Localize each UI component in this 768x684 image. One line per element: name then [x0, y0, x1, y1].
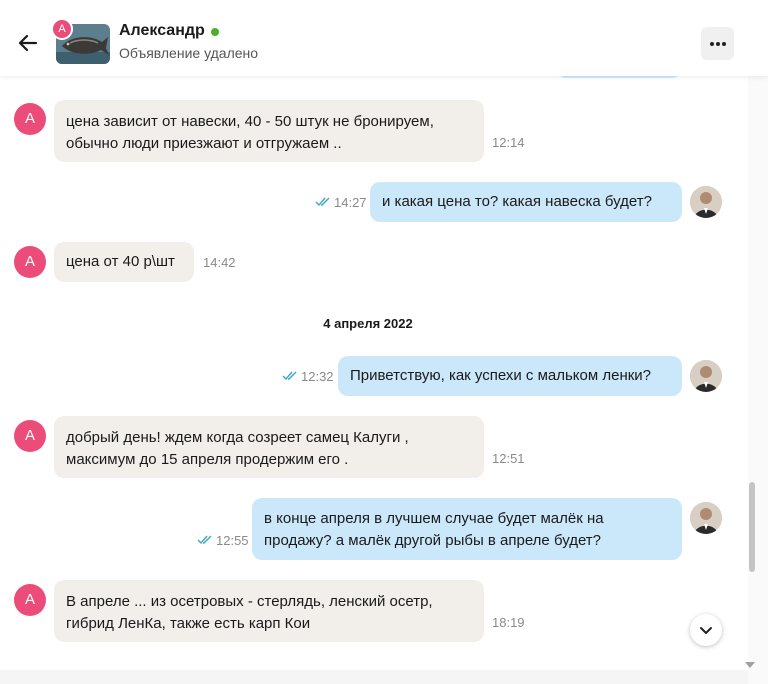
- my-avatar[interactable]: [690, 360, 722, 392]
- message-time: 12:55: [216, 533, 249, 548]
- message-text-line: обычно люди приезжают и отгружаем ..: [66, 135, 342, 152]
- sender-avatar[interactable]: А: [14, 246, 46, 278]
- double-check-icon: [315, 197, 330, 207]
- message-text-line: гибрид ЛенКа, также есть карп Кои: [66, 615, 311, 632]
- message-text-line: продажу? а малёк другой рыбы в апреле бу…: [264, 532, 602, 549]
- message-bubble-incoming: цена от 40 р\шт: [54, 242, 194, 282]
- my-avatar[interactable]: [690, 186, 722, 218]
- person-photo-icon: [690, 502, 722, 534]
- more-dots-icon: [710, 42, 714, 46]
- my-avatar[interactable]: [690, 502, 722, 534]
- date-separator: 4 апреля 2022: [323, 316, 413, 331]
- message-time: 18:19: [492, 615, 525, 630]
- message-text-line: Приветствую, как успехи с мальком ленки?: [350, 367, 652, 384]
- message-bubble-incoming: добрый день! ждем когда созреет самец Ка…: [54, 416, 484, 478]
- message-text-line: в конце апреля в лучшем случае будет мал…: [264, 510, 604, 527]
- message-time: 12:14: [492, 135, 525, 150]
- message-time: 12:32: [301, 369, 334, 384]
- chevron-down-icon: [700, 627, 712, 634]
- message-time: 14:27: [334, 195, 367, 210]
- message-feed[interactable]: А цена зависит от навески, 40 - 50 штук …: [0, 0, 748, 684]
- message-text-line: и какая цена то? какая навеска будет?: [382, 193, 652, 210]
- composer-edge: [0, 670, 748, 684]
- scroll-down-arrow-icon[interactable]: [745, 662, 755, 668]
- user-avatar-badge: А: [51, 18, 73, 40]
- sender-avatar[interactable]: А: [14, 584, 46, 616]
- more-dots-icon: [716, 42, 720, 46]
- person-photo-icon: [690, 360, 722, 392]
- person-photo-icon: [690, 186, 722, 218]
- double-check-icon: [197, 535, 212, 545]
- chat-header: А Александр Объявление удалено: [0, 0, 768, 76]
- message-text-line: цена от 40 р\шт: [66, 253, 175, 270]
- message-bubble-outgoing: в конце апреля в лучшем случае будет мал…: [252, 498, 682, 560]
- online-status-icon: [211, 28, 219, 36]
- message-bubble-outgoing: Приветствую, как успехи с мальком ленки?: [338, 356, 682, 396]
- back-arrow-icon: [18, 34, 38, 52]
- scrollbar-thumb[interactable]: [749, 482, 755, 572]
- sender-avatar[interactable]: А: [14, 420, 46, 452]
- ad-status-text: Объявление удалено: [119, 45, 259, 61]
- message-bubble-incoming: цена зависит от навески, 40 - 50 штук не…: [54, 100, 484, 162]
- message-text-line: добрый день! ждем когда созреет самец Ка…: [66, 429, 409, 446]
- double-check-icon: [282, 371, 297, 381]
- message-bubble-outgoing: и какая цена то? какая навеска будет?: [370, 182, 682, 222]
- more-options-button[interactable]: [701, 27, 734, 60]
- scrollbar-track[interactable]: [748, 0, 768, 684]
- back-button[interactable]: [16, 31, 40, 55]
- message-text-line: максимум до 15 апреля продержим его .: [66, 451, 349, 468]
- message-text-line: цена зависит от навески, 40 - 50 штук не…: [66, 113, 434, 130]
- message-time: 14:42: [203, 255, 236, 270]
- user-name[interactable]: Александр: [119, 22, 205, 40]
- sender-avatar[interactable]: А: [14, 103, 46, 135]
- message-text-line: В апреле ... из осетровых - стерлядь, ле…: [66, 593, 433, 610]
- message-time: 12:51: [492, 451, 525, 466]
- scroll-to-bottom-button[interactable]: [690, 614, 722, 646]
- message-bubble-incoming: В апреле ... из осетровых - стерлядь, ле…: [54, 580, 484, 642]
- more-dots-icon: [722, 42, 726, 46]
